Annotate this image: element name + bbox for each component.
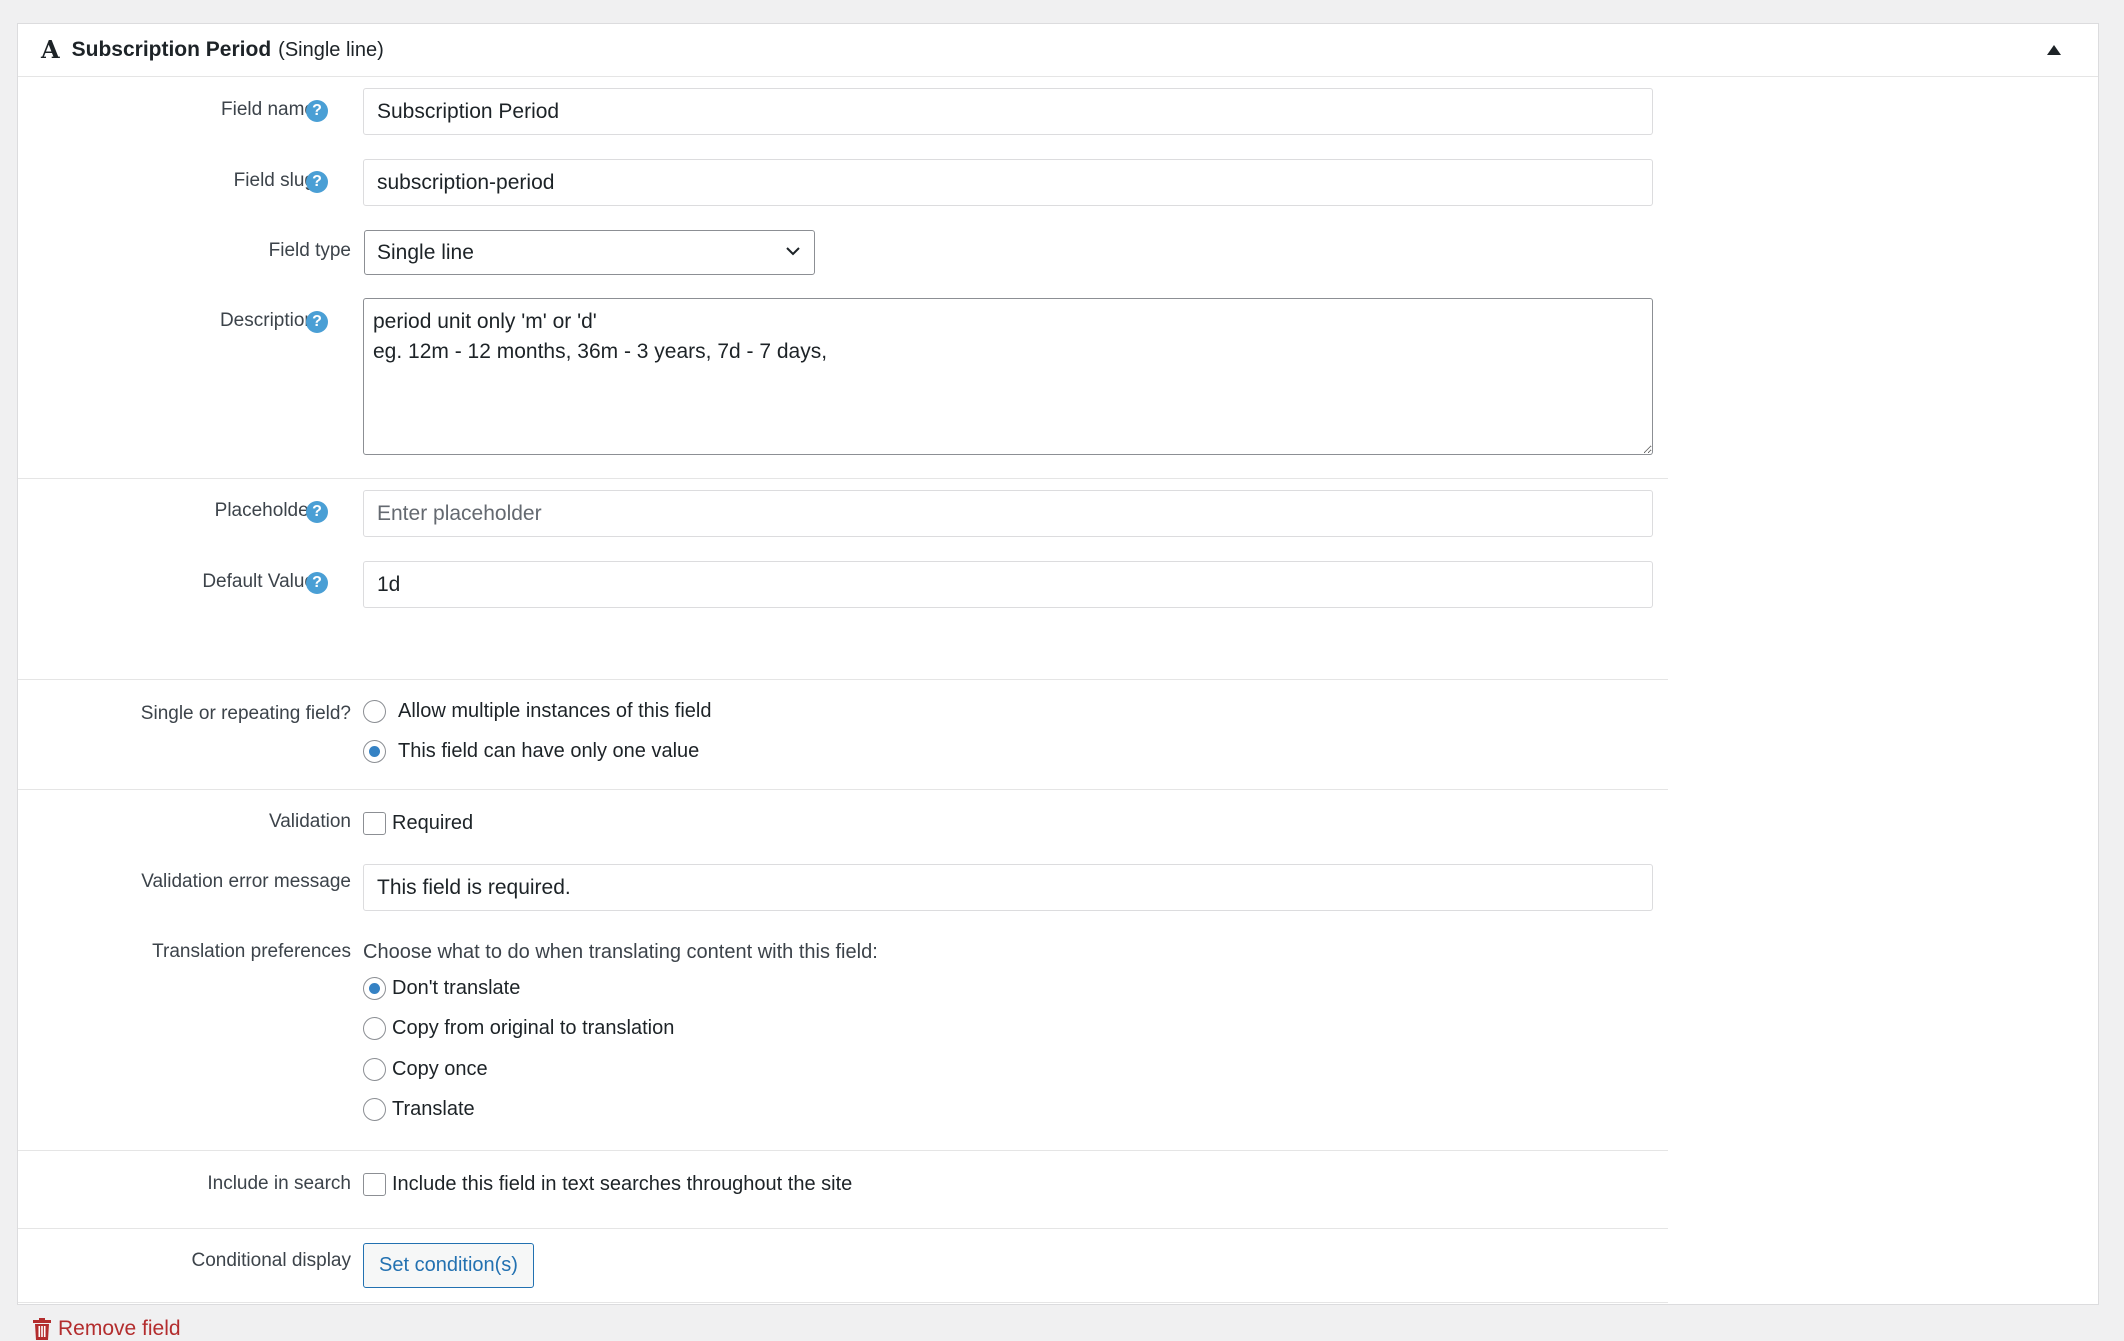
- help-icon[interactable]: ?: [306, 100, 328, 122]
- description-label: Description: [219, 310, 315, 331]
- field-type-select[interactable]: Single line: [364, 230, 815, 275]
- default-value-label: Default Value: [202, 571, 315, 592]
- radio-multiple[interactable]: [363, 700, 386, 723]
- description-textarea[interactable]: [363, 298, 1653, 455]
- conditional-label: Conditional display: [191, 1250, 352, 1271]
- divider: [18, 1150, 1668, 1151]
- include-search-label: Include in search: [207, 1173, 351, 1194]
- radio-single[interactable]: [363, 740, 386, 763]
- remove-field-link[interactable]: Remove field: [33, 1317, 181, 1341]
- include-search-option[interactable]: Include this field in text searches thro…: [363, 1173, 852, 1196]
- field-name-input[interactable]: [363, 88, 1653, 135]
- help-icon[interactable]: ?: [306, 311, 328, 333]
- panel-header[interactable]: A Subscription Period (Single line): [18, 24, 2098, 77]
- translation-note: Choose what to do when translating conte…: [363, 941, 878, 963]
- translation-option-dont[interactable]: Don't translate: [363, 977, 520, 1000]
- set-conditions-button[interactable]: Set condition(s): [363, 1243, 534, 1288]
- divider: [18, 789, 1668, 790]
- translation-option-copy-once[interactable]: Copy once: [363, 1058, 488, 1081]
- validation-error-label: Validation error message: [141, 871, 351, 892]
- divider: [18, 478, 1668, 479]
- placeholder-label: Placeholder: [214, 500, 315, 521]
- collapse-button[interactable]: [2042, 38, 2066, 62]
- radio-dont-translate[interactable]: [363, 977, 386, 1000]
- divider: [18, 1302, 1668, 1303]
- validation-error-input[interactable]: [363, 864, 1653, 911]
- repeating-option-single[interactable]: This field can have only one value: [363, 740, 699, 763]
- field-name-label: Field name: [221, 99, 315, 120]
- validation-label: Validation: [268, 811, 351, 832]
- radio-copy-once[interactable]: [363, 1058, 386, 1081]
- help-icon[interactable]: ?: [306, 171, 328, 193]
- radio-copy-from-original[interactable]: [363, 1017, 386, 1040]
- placeholder-input[interactable]: [363, 490, 1653, 537]
- required-checkbox[interactable]: [363, 812, 386, 835]
- default-value-input[interactable]: [363, 561, 1653, 608]
- repeating-label: Single or repeating field?: [140, 703, 351, 724]
- radio-translate[interactable]: [363, 1098, 386, 1121]
- translation-label: Translation preferences: [152, 941, 351, 962]
- divider: [18, 1228, 1668, 1229]
- remove-field-label: Remove field: [58, 1317, 181, 1340]
- divider: [18, 679, 1668, 680]
- help-icon[interactable]: ?: [306, 501, 328, 523]
- field-type-selected: Single line: [377, 240, 474, 264]
- field-type-label: Field type: [268, 240, 351, 261]
- field-slug-label: Field slug: [233, 170, 315, 191]
- help-icon[interactable]: ?: [306, 572, 328, 594]
- chevron-down-icon: [786, 247, 800, 256]
- translation-option-copy[interactable]: Copy from original to translation: [363, 1017, 674, 1040]
- required-option[interactable]: Required: [363, 812, 473, 835]
- field-title: Subscription Period: [71, 38, 272, 61]
- field-type-subtitle: (Single line): [278, 38, 384, 61]
- repeating-option-multiple[interactable]: Allow multiple instances of this field: [363, 700, 711, 723]
- include-search-checkbox[interactable]: [363, 1173, 386, 1196]
- trash-icon: [33, 1318, 51, 1340]
- translation-option-translate[interactable]: Translate: [363, 1098, 475, 1121]
- field-slug-input[interactable]: [363, 159, 1653, 206]
- field-panel: A Subscription Period (Single line) Fiel…: [17, 23, 2099, 1340]
- triangle-up-icon: [2047, 45, 2061, 55]
- single-line-type-icon: A: [41, 35, 60, 64]
